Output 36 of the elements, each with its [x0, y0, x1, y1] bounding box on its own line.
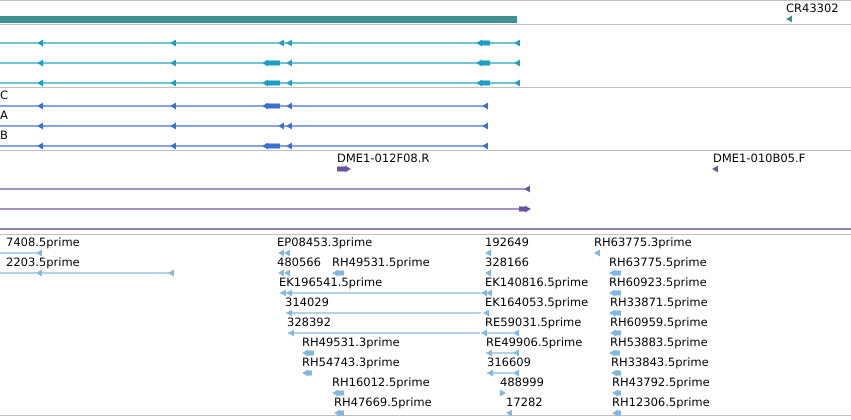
feature-label: B: [0, 130, 8, 142]
feature-label: RH63775.3prime: [594, 237, 692, 248]
feature-label: RH47669.5prime: [334, 397, 432, 408]
feature-label: RH53883.5prime: [610, 337, 708, 348]
feature-label: CR43302: [786, 3, 839, 14]
feature-label: 192649: [485, 237, 529, 248]
feature-label: 488999: [500, 377, 544, 388]
feature-label: 17282: [506, 397, 543, 408]
feature-label: RH49531.5prime: [332, 257, 430, 268]
feature-label: DME1-010B05.F: [713, 153, 806, 164]
feature-label: RH33871.5prime: [610, 297, 708, 308]
feature-label: RH12306.5prime: [612, 397, 710, 408]
feature-label: EK164053.5prime: [485, 297, 588, 308]
feature-label: 328392: [287, 317, 331, 328]
feature-label: RH49531.3prime: [302, 337, 400, 348]
feature-label: 2203.5prime: [6, 257, 80, 268]
feature-label: RH33843.5prime: [611, 357, 709, 368]
feature-label: RH60959.5prime: [610, 317, 708, 328]
feature-label: RE49906.5prime: [486, 337, 582, 348]
feature-label: RH54743.3prime: [302, 357, 400, 368]
feature-label: A: [0, 110, 8, 122]
feature-label: 7408.5prime: [6, 237, 80, 248]
feature-label: RH16012.5prime: [332, 377, 430, 388]
feature-label: EK140816.5prime: [485, 277, 588, 288]
feature-label: RE59031.5prime: [485, 317, 582, 328]
feature-label: C: [0, 90, 8, 102]
feature-label: RH60923.5prime: [609, 277, 707, 288]
feature-label: 314029: [285, 297, 329, 308]
feature-label: RH63775.5prime: [609, 257, 707, 268]
feature-label: RH43792.5prime: [612, 377, 710, 388]
feature-label: DME1-012F08.R: [337, 153, 430, 164]
feature-label: 480566: [277, 257, 321, 268]
feature-label: 316609: [487, 357, 531, 368]
feature-label: EK196541.5prime: [279, 277, 382, 288]
feature-label: 328166: [485, 257, 529, 268]
feature-label: EP08453.3prime: [277, 237, 372, 248]
